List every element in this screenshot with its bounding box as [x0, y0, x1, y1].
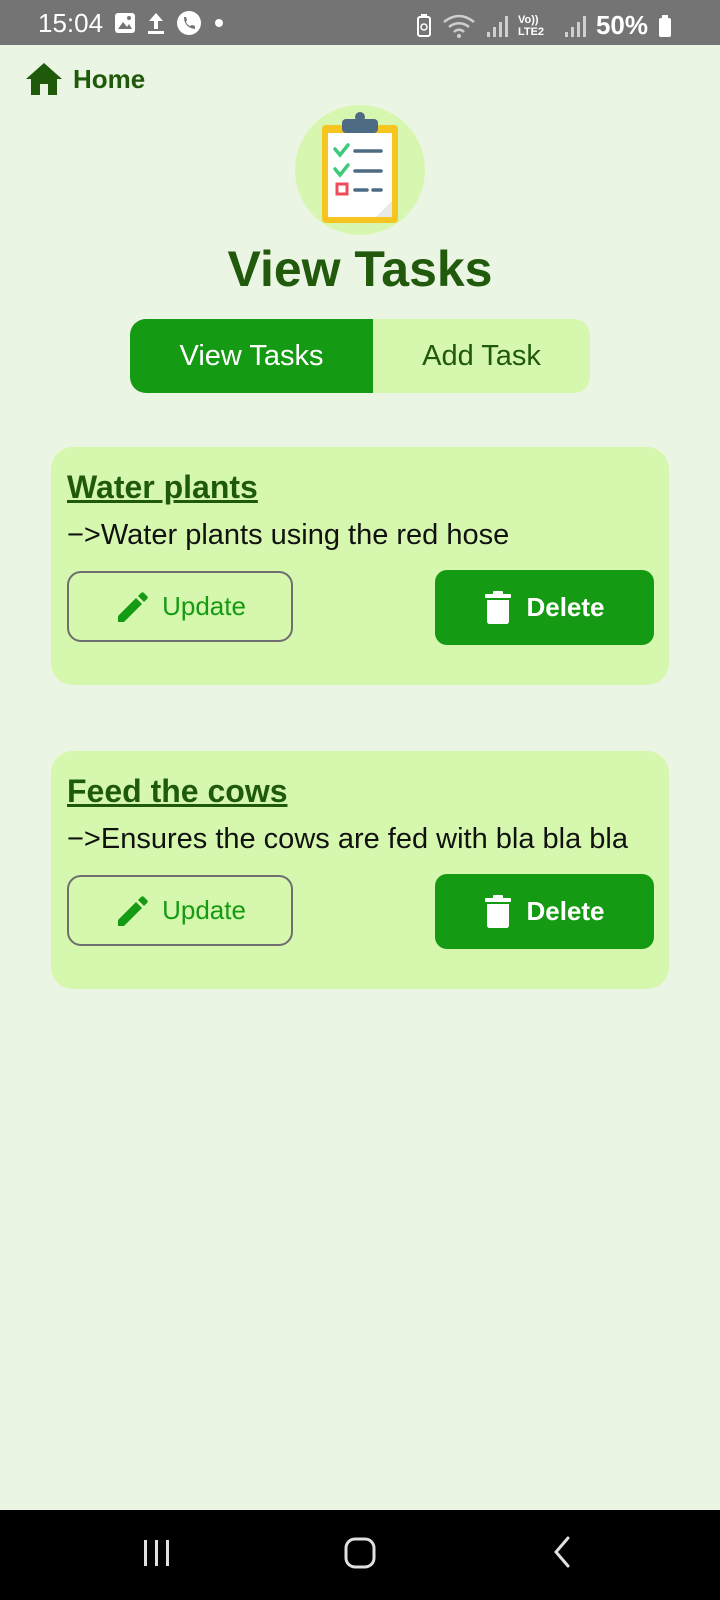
- logo: [295, 105, 425, 235]
- dot-icon: [215, 19, 223, 27]
- task-description: −>Water plants using the red hose: [67, 519, 510, 551]
- signal-icon: [564, 15, 586, 37]
- update-label: Update: [162, 591, 246, 621]
- update-label: Update: [162, 895, 246, 925]
- page-title: View Tasks: [227, 241, 493, 297]
- delete-button[interactable]: Delete: [435, 874, 654, 949]
- battery-percent: 50%: [595, 10, 648, 40]
- task-title: Feed the cows: [67, 773, 288, 809]
- home-link[interactable]: Home: [25, 62, 145, 96]
- signal-icon: [486, 15, 508, 37]
- status-icons-left: [114, 10, 226, 36]
- task-description: −>Ensures the cows are fed with bla bla …: [67, 823, 628, 855]
- task-card: Water plants −>Water plants using the re…: [51, 447, 669, 685]
- navigation-bar: [0, 1510, 720, 1600]
- home-label: Home: [73, 63, 146, 94]
- wifi-icon: [443, 14, 475, 38]
- status-time: 15:04: [38, 8, 104, 38]
- back-icon[interactable]: [548, 1532, 576, 1572]
- home-nav-icon[interactable]: [342, 1532, 378, 1572]
- pencil-icon: [118, 895, 148, 926]
- tab-view-tasks[interactable]: View Tasks: [130, 319, 373, 393]
- call-icon: [177, 11, 201, 35]
- upload-icon: [148, 13, 164, 34]
- home-icon: [26, 63, 62, 95]
- clipboard-checklist-icon: [322, 112, 398, 223]
- update-button[interactable]: Update: [67, 875, 293, 946]
- delete-label: Delete: [526, 592, 605, 622]
- battery-saver-icon: [416, 13, 431, 37]
- task-card: Feed the cows −>Ensures the cows are fed…: [51, 751, 669, 989]
- image-icon: [115, 13, 135, 33]
- delete-label: Delete: [526, 896, 605, 926]
- tab-add-task[interactable]: Add Task: [373, 319, 590, 393]
- tab-bar: View Tasks Add Task: [130, 319, 590, 393]
- status-icons-right: Vo)) LTE2 50%: [416, 10, 672, 41]
- trash-icon: [485, 894, 512, 928]
- trash-icon: [485, 590, 512, 624]
- volte-label: Vo)) LTE2: [517, 13, 545, 38]
- recents-icon[interactable]: [140, 1532, 174, 1572]
- battery-icon: [659, 14, 671, 37]
- task-title: Water plants: [67, 469, 258, 505]
- status-bar: 15:04 Vo)) LTE2 50%: [0, 0, 720, 45]
- delete-button[interactable]: Delete: [435, 570, 654, 645]
- update-button[interactable]: Update: [67, 571, 293, 642]
- pencil-icon: [118, 591, 148, 622]
